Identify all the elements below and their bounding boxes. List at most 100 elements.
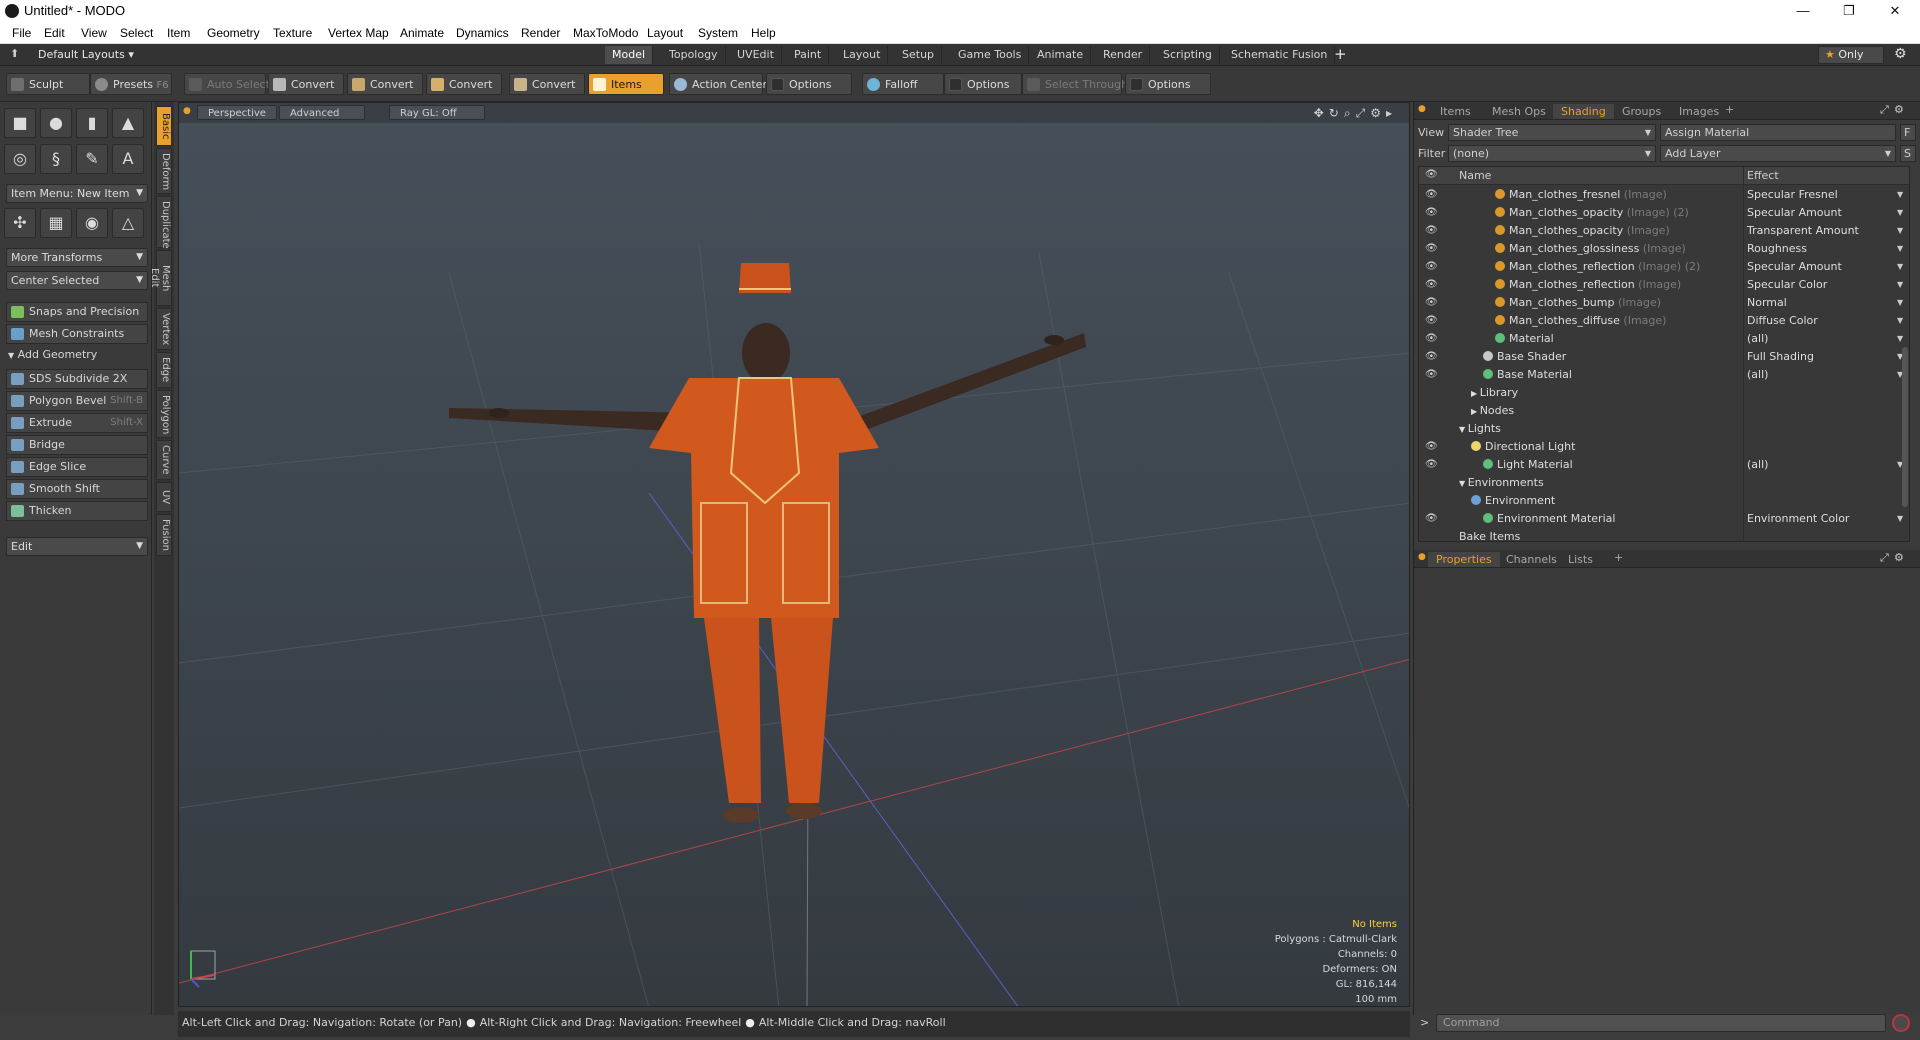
effect-value[interactable]: (all) (1747, 456, 1768, 474)
convert-vertex-button[interactable]: Convert (268, 73, 344, 95)
auto-select-button[interactable]: Auto Select (184, 73, 270, 95)
add-tab-button[interactable]: + (1614, 551, 1623, 564)
chevron-right-icon[interactable]: ▶ (1471, 407, 1480, 416)
shader-tree-row[interactable]: 👁 Man_clothes_reflection (Image) Specular … (1419, 276, 1909, 294)
effect-column-header[interactable]: Effect (1747, 169, 1779, 182)
menu-layout[interactable]: Layout (647, 26, 683, 40)
menu-animate[interactable]: Animate (400, 26, 444, 40)
record-icon[interactable] (1892, 1014, 1910, 1032)
cube-icon[interactable]: ■ (4, 108, 36, 138)
tab-properties[interactable]: Properties (1428, 552, 1500, 567)
select-options-button[interactable]: Options (1125, 73, 1211, 95)
action-center-options-button[interactable]: Options (766, 73, 852, 95)
shader-tree-row[interactable]: ▶ Nodes (1419, 402, 1909, 420)
chevron-down-icon[interactable]: ▼ (1897, 240, 1903, 258)
pen-icon[interactable]: ✎ (76, 144, 108, 174)
shader-tree-row[interactable]: ▼ Lights (1419, 420, 1909, 438)
vtab-fusion[interactable]: Fusion (156, 514, 172, 556)
advanced-button[interactable]: Advanced (279, 105, 365, 120)
vtab-uv[interactable]: UV (156, 482, 172, 512)
effect-value[interactable]: (all) (1747, 366, 1768, 384)
action-center-button[interactable]: Action Center (669, 73, 767, 95)
default-layouts-dropdown[interactable]: Default Layouts ▾ (38, 48, 134, 61)
vtab-basic[interactable]: Basic (156, 106, 172, 146)
tab-layout[interactable]: Layout (836, 46, 889, 64)
menu-select[interactable]: Select (120, 26, 153, 40)
menu-help[interactable]: Help (751, 26, 776, 40)
assign-material-button[interactable]: Assign Material (1660, 124, 1896, 141)
shader-tree-row[interactable]: 👁 Man_clothes_fresnel (Image) Specular Fre… (1419, 186, 1909, 204)
vtab-vertex[interactable]: Vertex (156, 308, 172, 350)
visibility-eye-icon[interactable]: 👁 (1425, 330, 1439, 348)
spiral-icon[interactable]: § (40, 144, 72, 174)
shader-tree-row[interactable]: Bake Items (1419, 528, 1909, 541)
vtab-polygon[interactable]: Polygon (156, 390, 172, 438)
cone-icon[interactable]: ▲ (112, 108, 144, 138)
shader-tree-row[interactable]: 👁 Man_clothes_reflection (Image) (2) Specu… (1419, 258, 1909, 276)
name-column-header[interactable]: Name (1459, 169, 1491, 182)
shader-tree-row[interactable]: 👁 Base Shader Full Shading ▼ (1419, 348, 1909, 366)
polygon-bevel-button[interactable]: Polygon Bevel Shift-B (6, 391, 148, 411)
command-input[interactable]: Command (1436, 1014, 1886, 1032)
menu-geometry[interactable]: Geometry (207, 26, 260, 40)
mesh-constraints-button[interactable]: Mesh Constraints (6, 324, 148, 344)
sds-subdivide-button[interactable]: SDS Subdivide 2X (6, 369, 148, 389)
tree-scrollbar[interactable] (1902, 347, 1908, 507)
panel-gear-icon[interactable]: ⚙ (1894, 551, 1904, 564)
shader-tree-row[interactable]: 👁 Environment Material Environment Color ▼ (1419, 510, 1909, 528)
convert-polygon-button[interactable]: Convert (426, 73, 502, 95)
shader-tree-row[interactable]: 👁 Directional Light (1419, 438, 1909, 456)
viewport-menu-icon[interactable]: ● (183, 106, 191, 116)
visibility-eye-icon[interactable]: 👁 (1425, 294, 1439, 312)
cylinder-icon[interactable]: ▮ (76, 108, 108, 138)
panel-gear-icon[interactable]: ⚙ (1894, 103, 1904, 116)
effect-value[interactable]: Diffuse Color (1747, 312, 1818, 330)
menu-render[interactable]: Render (521, 26, 560, 40)
shader-tree-row[interactable]: 👁 Base Material (all) ▼ (1419, 366, 1909, 384)
sculpt-button[interactable]: Sculpt (6, 73, 90, 95)
menu-texture[interactable]: Texture (273, 26, 312, 40)
add-geometry-header[interactable]: ▼ Add Geometry (8, 348, 97, 361)
tab-model[interactable]: Model (605, 46, 654, 64)
item-menu-dropdown[interactable]: Item Menu: New Item ▼ (6, 184, 148, 203)
visibility-eye-icon[interactable]: 👁 (1425, 240, 1439, 258)
grid-icon[interactable]: ▦ (40, 208, 72, 238)
edge-slice-button[interactable]: Edge Slice (6, 457, 148, 477)
menu-vertex-map[interactable]: Vertex Map (328, 26, 389, 40)
visibility-eye-icon[interactable]: 👁 (1425, 510, 1439, 528)
tab-paint[interactable]: Paint (787, 46, 830, 64)
chevron-down-icon[interactable]: ▼ (1897, 510, 1903, 528)
shader-tree-row[interactable]: 👁 Man_clothes_glossiness (Image) Roughness… (1419, 240, 1909, 258)
effect-value[interactable]: Full Shading (1747, 348, 1814, 366)
effect-value[interactable]: Specular Fresnel (1747, 186, 1838, 204)
3d-viewport[interactable]: ● Perspective Advanced Ray GL: Off ✥↻⌕⤢⚙… (178, 102, 1410, 1007)
chevron-down-icon[interactable]: ▼ (1897, 222, 1903, 240)
add-tab-button[interactable]: + (1334, 45, 1347, 63)
shader-tree-row[interactable]: 👁 Man_clothes_diffuse (Image) Diffuse Colo… (1419, 312, 1909, 330)
view-dropdown[interactable]: Shader Tree ▼ (1448, 124, 1656, 141)
chevron-down-icon[interactable]: ▼ (1459, 479, 1468, 488)
vtab-curve[interactable]: Curve (156, 440, 172, 480)
menu-item[interactable]: Item (167, 26, 190, 40)
panel-menu-icon[interactable]: ● (1418, 552, 1426, 562)
tab-items[interactable]: Items (1432, 104, 1479, 119)
text-icon[interactable]: A (112, 144, 144, 174)
effect-value[interactable]: Roughness (1747, 240, 1807, 258)
convert-item-button[interactable]: Convert (509, 73, 585, 95)
pyramid-icon[interactable]: △ (112, 208, 144, 238)
menu-dynamics[interactable]: Dynamics (456, 26, 509, 40)
chevron-down-icon[interactable]: ▼ (1897, 312, 1903, 330)
chevron-down-icon[interactable]: ▼ (1897, 276, 1903, 294)
rotate-view-icon[interactable]: ↻ (1329, 106, 1344, 120)
viewport-expand-icon[interactable]: ▸ (1386, 106, 1397, 120)
visibility-eye-icon[interactable]: 👁 (1425, 348, 1439, 366)
menu-view[interactable]: View (81, 26, 107, 40)
globe-icon[interactable]: ◉ (76, 208, 108, 238)
vtab-duplicate[interactable]: Duplicate (156, 196, 172, 249)
raygl-button[interactable]: Ray GL: Off (389, 105, 485, 120)
tab-setup[interactable]: Setup (895, 46, 943, 64)
visibility-eye-icon[interactable]: 👁 (1425, 204, 1439, 222)
visibility-eye-icon[interactable]: 👁 (1425, 258, 1439, 276)
menu-file[interactable]: File (12, 26, 31, 40)
effect-value[interactable]: Transparent Amount (1747, 222, 1859, 240)
